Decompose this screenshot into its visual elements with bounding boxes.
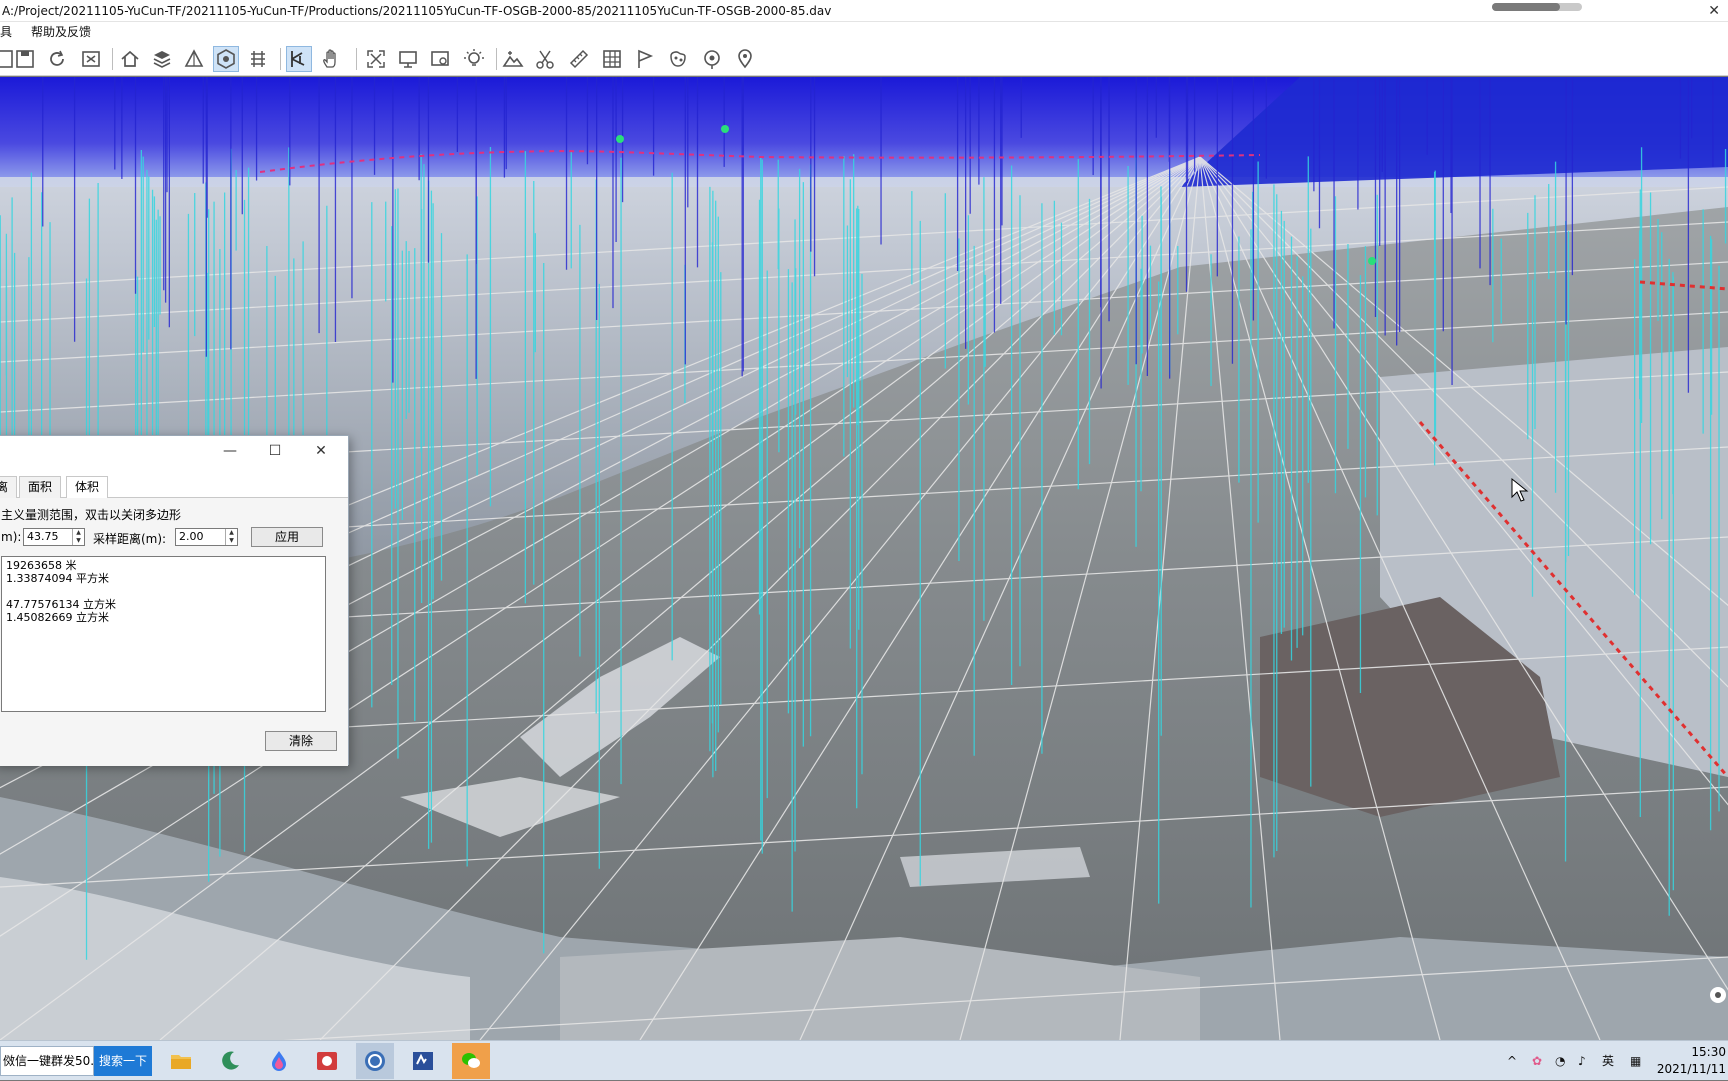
- wifi-icon[interactable]: ◔: [1555, 1041, 1565, 1081]
- home-icon[interactable]: [117, 46, 143, 72]
- toolbar-separator: [356, 48, 357, 70]
- tab-distance[interactable]: 离: [0, 476, 18, 498]
- result-line: [6, 585, 321, 598]
- eye-icon[interactable]: [213, 46, 239, 72]
- base-height-label: m):: [1, 530, 22, 544]
- clock-date: 2021/11/11: [1656, 1062, 1726, 1076]
- light-icon[interactable]: [461, 46, 487, 72]
- measure-tabs: 离 面积 体积: [0, 476, 348, 499]
- sample-distance-input[interactable]: 2.00 ▲ ▼: [175, 528, 238, 546]
- 3d-viewport[interactable]: — ☐ ✕ 离 面积 体积 主义量测范围，双击以关闭多边形 m): 43.75 …: [0, 77, 1728, 1040]
- menu-tools[interactable]: 具: [0, 22, 12, 42]
- monitor-icon[interactable]: [395, 46, 421, 72]
- sample-distance-label: 采样距离(m):: [93, 532, 167, 546]
- tab-volume[interactable]: 体积: [66, 476, 109, 499]
- screenshot-icon[interactable]: [427, 46, 453, 72]
- menu-help-feedback[interactable]: 帮助及反馈: [31, 22, 91, 42]
- volume-icon[interactable]: ♪: [1578, 1041, 1586, 1081]
- maximize-icon[interactable]: ☐: [260, 440, 290, 462]
- menu-bar: 具 帮助及反馈: [0, 22, 1728, 42]
- base-height-input[interactable]: 43.75 ▲ ▼: [23, 528, 85, 546]
- clear-button[interactable]: 清除: [265, 731, 337, 751]
- grid-icon[interactable]: [245, 46, 271, 72]
- dav-viewer-icon[interactable]: [356, 1043, 394, 1079]
- spin-arrows-icon[interactable]: ▲ ▼: [225, 529, 237, 545]
- system-clock[interactable]: 15:30 2021/11/11: [1657, 1044, 1726, 1078]
- dialog-close-icon[interactable]: ✕: [306, 440, 336, 462]
- window-close-icon[interactable]: ✕: [1708, 0, 1720, 21]
- minimize-icon[interactable]: —: [215, 440, 245, 462]
- toolbar-separator: [280, 48, 281, 70]
- result-textbox[interactable]: 19263658 米 1.33874094 平方米 47.77576134 立方米…: [1, 556, 326, 712]
- map-icon[interactable]: [665, 46, 691, 72]
- table-icon[interactable]: [599, 46, 625, 72]
- paint-drop-icon[interactable]: [260, 1043, 298, 1079]
- wechat-icon[interactable]: [452, 1043, 490, 1079]
- ruler-icon[interactable]: [566, 46, 592, 72]
- window-title: A:/Project/20211105-YuCun-TF/20211105-Yu…: [2, 4, 832, 18]
- main-toolbar: [0, 42, 1728, 76]
- measure-dialog: — ☐ ✕ 离 面积 体积 主义量测范围，双击以关闭多边形 m): 43.75 …: [0, 435, 349, 766]
- apply-button[interactable]: 应用: [251, 527, 323, 547]
- base-height-value: 43.75: [27, 530, 59, 543]
- moon-app-icon[interactable]: [211, 1043, 249, 1079]
- tray-flower-icon[interactable]: ✿: [1532, 1041, 1542, 1081]
- scissors-icon[interactable]: [532, 46, 558, 72]
- triangle-icon[interactable]: [181, 46, 207, 72]
- search-input[interactable]: 傚信一键群发50...: [0, 1046, 94, 1076]
- location-icon[interactable]: [732, 46, 758, 72]
- layers-icon[interactable]: [149, 46, 175, 72]
- clock-time: 15:30: [1691, 1045, 1726, 1059]
- weather-app-icon[interactable]: [308, 1043, 346, 1079]
- toolbar-separator: [112, 48, 113, 70]
- toolbar-separator: [496, 48, 497, 70]
- terrain-icon[interactable]: [500, 46, 526, 72]
- window-titlebar: A:/Project/20211105-YuCun-TF/20211105-Yu…: [0, 0, 1728, 22]
- refresh-icon[interactable]: [44, 46, 70, 72]
- save-icon[interactable]: [12, 46, 38, 72]
- title-progress-bar: [1492, 3, 1582, 11]
- hand-icon[interactable]: [318, 46, 344, 72]
- settings-gear-icon[interactable]: [1704, 983, 1728, 1007]
- measure-hint: 主义量测范围，双击以关闭多边形: [1, 508, 182, 522]
- result-line: 1.45082669 立方米: [6, 611, 109, 624]
- flag-icon[interactable]: [632, 46, 658, 72]
- tray-chevron-icon[interactable]: ^: [1507, 1041, 1517, 1081]
- taskbar: 傚信一键群发50... 搜索一下 ^ ✿ ◔ ♪ 英 ▦ 15:30 2021/…: [0, 1040, 1728, 1080]
- result-line: 47.77576134 立方米: [6, 598, 116, 611]
- result-line: 1.33874094 平方米: [6, 572, 109, 585]
- target-icon[interactable]: [699, 46, 725, 72]
- export-icon[interactable]: [78, 46, 104, 72]
- ime-indicator[interactable]: 英: [1602, 1041, 1614, 1081]
- ime-grid-icon[interactable]: ▦: [1630, 1041, 1641, 1081]
- fullscreen-icon[interactable]: [363, 46, 389, 72]
- sample-distance-value: 2.00: [179, 530, 204, 543]
- tab-area[interactable]: 面积: [19, 476, 62, 498]
- sv-app-icon[interactable]: [404, 1043, 442, 1079]
- measure-icon[interactable]: [286, 46, 312, 72]
- spin-arrows-icon[interactable]: ▲ ▼: [72, 529, 84, 545]
- volume-panel: 主义量测范围，双击以关闭多边形 m): 43.75 ▲ ▼ 采样距离(m): 2.…: [0, 498, 348, 766]
- result-line: 19263658 米: [6, 559, 77, 572]
- file-explorer-icon[interactable]: [162, 1043, 200, 1079]
- dialog-caption: — ☐ ✕: [0, 436, 348, 466]
- title-progress-fill: [1492, 3, 1560, 11]
- search-button[interactable]: 搜索一下: [94, 1046, 152, 1076]
